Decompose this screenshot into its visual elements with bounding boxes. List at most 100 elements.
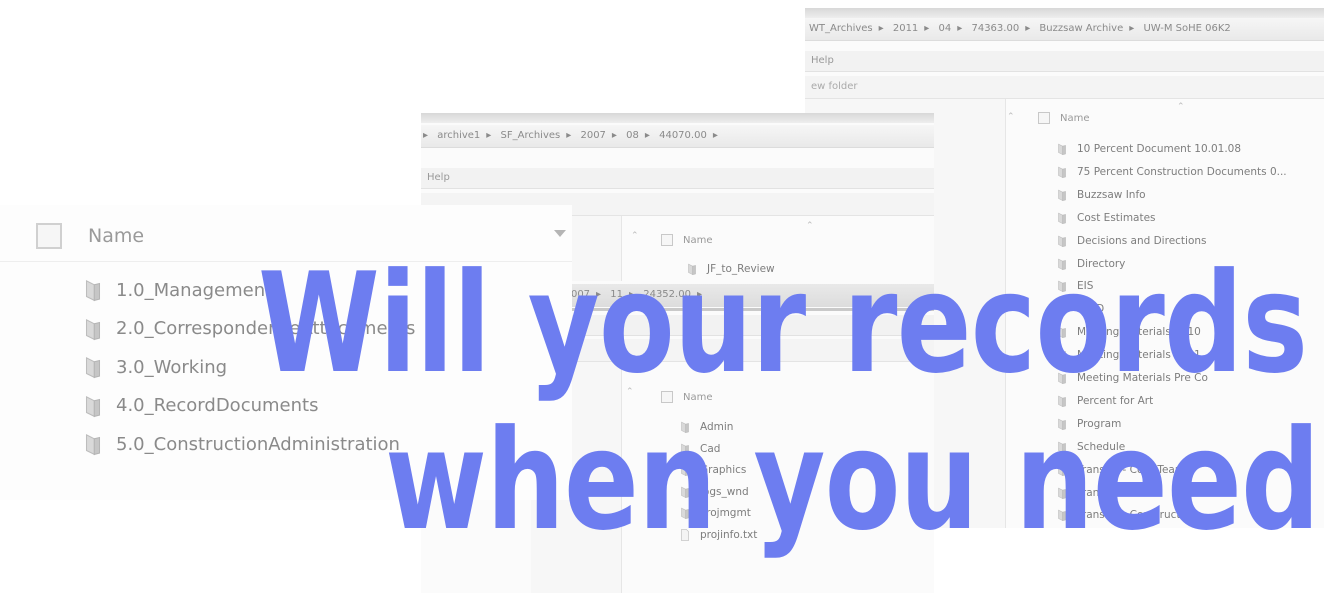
list-item[interactable]: Directory: [1055, 257, 1125, 271]
column-label: Name: [683, 234, 713, 246]
item-label: JF_to_Review: [707, 263, 775, 275]
list-item[interactable]: Meeting Materials 2011: [1055, 348, 1201, 362]
column-header-name[interactable]: Name: [661, 391, 713, 403]
item-label: 4.0_RecordDocuments: [116, 395, 319, 416]
list-item[interactable]: Transfer - Docs: [1055, 486, 1155, 500]
folder-icon: [1055, 508, 1069, 522]
breadcrumb-bar[interactable]: es▸ 2007▸ 11▸ 24352.00▸: [531, 284, 934, 307]
list-item[interactable]: 1.0_Management: [80, 277, 272, 303]
breadcrumb-bar[interactable]: ▸ archive1 ▸ SF_Archives ▸ 2007 ▸ 08 ▸ 44070…: [421, 125, 934, 148]
item-label: Graphics: [700, 464, 747, 476]
collapse-caret-icon[interactable]: ⌃: [626, 387, 634, 397]
item-label: Meeting Materials 2011: [1077, 349, 1201, 362]
select-all-checkbox[interactable]: [661, 391, 673, 403]
folder-icon: [80, 316, 106, 342]
crumb[interactable]: 11: [610, 289, 623, 300]
folder-icon: [1055, 440, 1069, 454]
list-item[interactable]: projinfo.txt: [678, 528, 757, 542]
select-all-checkbox[interactable]: [661, 234, 673, 246]
menu-help[interactable]: Help: [427, 172, 450, 183]
list-item[interactable]: Transfer - Construction: [1055, 508, 1197, 522]
list-item[interactable]: Graphics: [678, 463, 746, 477]
item-label: Percent for Art: [1077, 394, 1154, 407]
crumb[interactable]: 44070.00: [659, 130, 707, 141]
list-item[interactable]: Meeting Materials 2010: [1055, 325, 1201, 339]
item-label: Transfer - Docs: [1077, 486, 1156, 499]
list-item[interactable]: Program: [1055, 417, 1121, 431]
list-item[interactable]: 3.0_Working: [80, 354, 227, 380]
sort-caret-icon: ⌃: [806, 221, 814, 231]
folder-icon: [678, 420, 692, 434]
list-item[interactable]: 75 Percent Construction Documents 0...: [1055, 165, 1287, 179]
item-label: LEED: [1077, 303, 1105, 316]
item-label: Program: [1077, 417, 1122, 430]
folder-icon: [678, 463, 692, 477]
folder-icon: [1055, 325, 1069, 339]
list-item[interactable]: 10 Percent Document 10.01.08: [1055, 142, 1241, 156]
select-all-checkbox[interactable]: [36, 223, 62, 249]
list-item[interactable]: Percent for Art: [1055, 394, 1153, 408]
list-item[interactable]: Admin: [678, 420, 733, 434]
list-item[interactable]: Meeting Materials Pre Co: [1055, 371, 1208, 385]
folder-icon: [678, 442, 692, 456]
select-all-checkbox[interactable]: [1038, 112, 1050, 124]
column-label: Name: [1060, 112, 1090, 124]
crumb[interactable]: 24352.00: [643, 289, 691, 300]
column-header-name[interactable]: Name: [661, 234, 713, 246]
crumb[interactable]: 08: [626, 130, 639, 141]
folder-icon: [685, 262, 699, 276]
collapse-caret-icon[interactable]: ⌃: [1007, 112, 1015, 122]
list-item[interactable]: Cost Estimates: [1055, 211, 1156, 225]
collapse-caret-icon[interactable]: ⌃: [631, 231, 639, 241]
folder-icon: [80, 277, 106, 303]
item-label: Projmgmt: [700, 507, 751, 519]
list-item[interactable]: Cad: [678, 442, 720, 456]
menu-bar: [531, 315, 934, 336]
list-item[interactable]: Projmgmt: [678, 506, 751, 520]
list-item[interactable]: Transfer - Core Team: [1055, 463, 1185, 477]
crumb[interactable]: UW-M SoHE 06K2: [1143, 23, 1230, 34]
item-label: 10 Percent Document 10.01.08: [1077, 143, 1242, 155]
crumb[interactable]: 2007: [580, 130, 605, 141]
item-label: 1.0_Management: [116, 279, 273, 301]
list-item[interactable]: Buzzsaw Info: [1055, 188, 1146, 202]
item-label: Directory: [1077, 257, 1126, 270]
list-item[interactable]: EIS: [1055, 279, 1093, 293]
crumb[interactable]: 2011: [893, 23, 918, 34]
column-header-name[interactable]: Name: [1038, 112, 1090, 124]
list-item[interactable]: 4.0_RecordDocuments: [80, 393, 318, 419]
crumb[interactable]: 74363.00: [971, 23, 1019, 34]
list-item[interactable]: LEED: [1055, 302, 1104, 316]
folder-icon: [1055, 279, 1069, 293]
list-item[interactable]: Schedule: [1055, 440, 1125, 454]
command-bar: ew folder: [805, 76, 1324, 99]
column-header-name[interactable]: Name: [36, 223, 144, 249]
crumb[interactable]: archive1: [437, 130, 480, 141]
folder-icon: [1055, 348, 1069, 362]
folder-icon: [678, 506, 692, 520]
item-label: Admin: [700, 421, 734, 433]
folder-icon: [1055, 371, 1069, 385]
list-item[interactable]: 2.0_CorrespondenceAttachments: [80, 316, 415, 342]
menu-bar: Help: [421, 168, 934, 189]
crumb[interactable]: Buzzsaw Archive: [1039, 23, 1123, 34]
list-item[interactable]: Decisions and Directions: [1055, 234, 1207, 248]
column-label: Name: [88, 225, 145, 247]
crumb[interactable]: WT_Archives: [809, 23, 873, 34]
window-frame: [805, 8, 1324, 18]
menu-help[interactable]: Help: [811, 55, 834, 66]
new-folder-button[interactable]: ew folder: [811, 81, 858, 92]
item-label: 3.0_Working: [116, 356, 228, 378]
crumb[interactable]: SF_Archives: [501, 130, 561, 141]
item-label: 75 Percent Construction Documents 0...: [1077, 165, 1287, 178]
list-item[interactable]: 5.0_ConstructionAdministration: [80, 431, 400, 457]
item-label: logs_wnd: [700, 485, 749, 498]
list-item[interactable]: logs_wnd: [678, 485, 749, 499]
breadcrumb-bar[interactable]: WT_Archives ▸ 2011 ▸ 04 ▸ 74363.00 ▸ Buzzsaw…: [805, 18, 1324, 41]
item-label: 2.0_CorrespondenceAttachments: [116, 318, 416, 339]
column-dropdown-icon[interactable]: [554, 230, 566, 237]
folder-icon: [80, 431, 106, 457]
list-item[interactable]: JF_to_Review: [685, 262, 775, 276]
crumb[interactable]: 04: [939, 23, 952, 34]
item-label: Transfer - Core Team: [1077, 463, 1186, 476]
